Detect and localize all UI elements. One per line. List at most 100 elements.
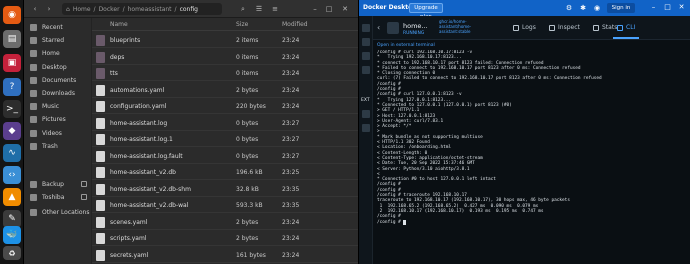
file-row[interactable]: secrets.yaml 161 bytes 23:24 <box>92 248 358 263</box>
column-size[interactable]: Size <box>236 21 248 28</box>
images-icon[interactable] <box>362 38 370 46</box>
column-modified[interactable]: Modified <box>282 21 308 28</box>
file-name: home-assistant_v2.db-wal <box>110 202 189 209</box>
view-toggle-icon[interactable]: ☰ <box>254 4 264 14</box>
sidebar-item-label: Other Locations <box>42 209 90 216</box>
file-row[interactable]: scenes.yaml 2 bytes 23:24 <box>92 215 358 230</box>
menu-icon[interactable]: ≡ <box>270 4 280 14</box>
maximize-icon[interactable]: □ <box>324 4 334 14</box>
account-icon[interactable]: ◉ <box>593 4 601 12</box>
code-icon[interactable]: ‹› <box>3 166 21 184</box>
inspect-icon <box>549 24 555 31</box>
extensions-label-icon[interactable]: EXT <box>361 98 370 103</box>
add-extension-icon[interactable] <box>362 110 370 118</box>
breadcrumb-homeassistant[interactable]: homeassistant <box>128 6 172 13</box>
help-icon[interactable]: ? <box>3 78 21 96</box>
dev-envs-icon[interactable] <box>362 66 370 74</box>
back-icon[interactable]: ‹ <box>30 4 40 14</box>
firefox-icon[interactable]: ◉ <box>3 6 21 24</box>
file-name: tts <box>110 70 118 77</box>
upgrade-plan-button[interactable]: Upgrade plan <box>409 3 443 20</box>
sidebar-item-desktop[interactable]: Desktop <box>24 61 92 74</box>
terminal-output[interactable]: /config # curl 192.168.10.17:8123 -v * Tr… <box>377 50 687 260</box>
files-icon[interactable]: ▤ <box>3 30 21 48</box>
file-icon <box>96 233 105 244</box>
file-icon <box>96 117 105 129</box>
file-row[interactable]: scripts.yaml 2 bytes 23:24 <box>92 231 358 246</box>
file-size: 2 bytes <box>236 86 259 94</box>
eject-icon[interactable] <box>81 181 87 187</box>
sidebar-item-starred[interactable]: Starred <box>24 34 92 47</box>
sign-in-button[interactable]: Sign in <box>607 3 635 13</box>
volumes-icon[interactable] <box>362 52 370 60</box>
file-row[interactable]: home-assistant_v2.db 196.6 kB 23:25 <box>92 165 358 180</box>
file-row[interactable]: home-assistant_v2.db-wal 593.3 kB 23:35 <box>92 198 358 213</box>
sidebar-item-music[interactable]: Music <box>24 100 92 113</box>
column-name[interactable]: Name <box>110 21 128 28</box>
cli-icon <box>617 24 623 31</box>
file-row[interactable]: blueprints 2 items 23:24 <box>92 33 358 48</box>
active-tab-indicator <box>613 37 639 39</box>
minimize-icon[interactable]: – <box>649 3 658 12</box>
tab-stats[interactable]: Stats <box>593 24 617 31</box>
desktop-icon <box>30 63 37 71</box>
breadcrumb-home[interactable]: Home <box>73 6 91 13</box>
close-icon[interactable]: ✕ <box>340 4 350 14</box>
sidebar-item-recent[interactable]: Recent <box>24 21 92 34</box>
tab-inspect[interactable]: Inspect <box>549 24 580 31</box>
forward-icon[interactable]: › <box>44 4 54 14</box>
videos-icon <box>30 129 37 137</box>
trash-icon[interactable]: ♻ <box>3 246 21 260</box>
containers-icon[interactable] <box>362 24 370 32</box>
sidebar-item-videos[interactable]: Videos <box>24 127 92 140</box>
back-arrow-icon[interactable]: ‹ <box>377 23 380 32</box>
settings-icon[interactable]: ⚙ <box>565 4 573 12</box>
tab-cli[interactable]: CLI <box>617 24 635 31</box>
sidebar-item-toshiba[interactable]: Toshiba <box>24 191 92 204</box>
file-row[interactable]: deps 0 items 23:24 <box>92 50 358 65</box>
breadcrumb-config[interactable]: config <box>180 6 198 13</box>
home-icon <box>30 50 37 58</box>
breadcrumb-docker[interactable]: Docker <box>99 6 120 13</box>
file-row[interactable]: home-assistant.log.fault 0 bytes 23:27 <box>92 149 358 164</box>
file-row[interactable]: home-assistant_v2.db-shm 32.8 kB 23:35 <box>92 182 358 197</box>
docker-titlebar: Docker Desktop Upgrade plan ⚙ ✱ ◉ Sign i… <box>359 0 690 20</box>
sidebar-item-downloads[interactable]: Downloads <box>24 87 92 100</box>
close-icon[interactable]: ✕ <box>677 3 686 12</box>
sidebar-item-documents[interactable]: Documents <box>24 74 92 87</box>
tab-logs[interactable]: Logs <box>513 24 536 31</box>
file-name: home-assistant_v2.db <box>110 169 176 176</box>
sidebar-item-home[interactable]: Home <box>24 47 92 60</box>
sidebar-item-trash[interactable]: Trash <box>24 140 92 153</box>
monitor-icon[interactable]: ∿ <box>3 144 21 162</box>
container-image-link[interactable]: ghcr.io/home-assistant/home-assistant:st… <box>439 19 479 34</box>
sidebar-item-backup[interactable]: Backup <box>24 178 92 191</box>
file-icon <box>96 249 105 261</box>
file-row[interactable]: automations.yaml 2 bytes 23:24 <box>92 83 358 98</box>
dock: ◉ ▤ ▣? >_ ◆ ∿ ‹› ▲ ✎ 🐳 ♻ <box>0 0 24 264</box>
software-icon[interactable]: ▣ <box>3 54 21 72</box>
search-icon[interactable]: ⌕ <box>238 4 248 14</box>
tab-label: Inspect <box>558 24 580 31</box>
sidebar-item-pictures[interactable]: Pictures <box>24 113 92 126</box>
vlc-icon[interactable]: ▲ <box>3 188 21 206</box>
minimize-icon[interactable]: – <box>310 4 320 14</box>
extension-icon[interactable] <box>362 124 370 132</box>
maximize-icon[interactable]: □ <box>663 3 672 12</box>
eject-icon[interactable] <box>81 194 87 200</box>
file-size: 161 bytes <box>236 251 266 259</box>
open-external-terminal-link[interactable]: Open in external terminal <box>377 43 435 48</box>
file-modified: 23:24 <box>282 218 300 226</box>
downloads-icon <box>30 90 37 97</box>
app-icon[interactable]: ◆ <box>3 122 21 140</box>
file-row[interactable]: configuration.yaml 220 bytes 23:24 <box>92 99 358 114</box>
documents-icon <box>30 76 37 84</box>
file-row[interactable]: home-assistant.log.1 0 bytes 23:27 <box>92 132 358 147</box>
docker-icon[interactable]: 🐳 <box>3 226 21 244</box>
sidebar-item-other-locations[interactable]: Other Locations <box>24 206 92 219</box>
file-row[interactable]: tts 0 items 23:24 <box>92 66 358 81</box>
terminal-icon[interactable]: >_ <box>3 100 21 118</box>
toshiba-icon <box>30 194 37 201</box>
extensions-icon[interactable]: ✱ <box>579 4 587 12</box>
file-row[interactable]: home-assistant.log 0 bytes 23:27 <box>92 116 358 131</box>
